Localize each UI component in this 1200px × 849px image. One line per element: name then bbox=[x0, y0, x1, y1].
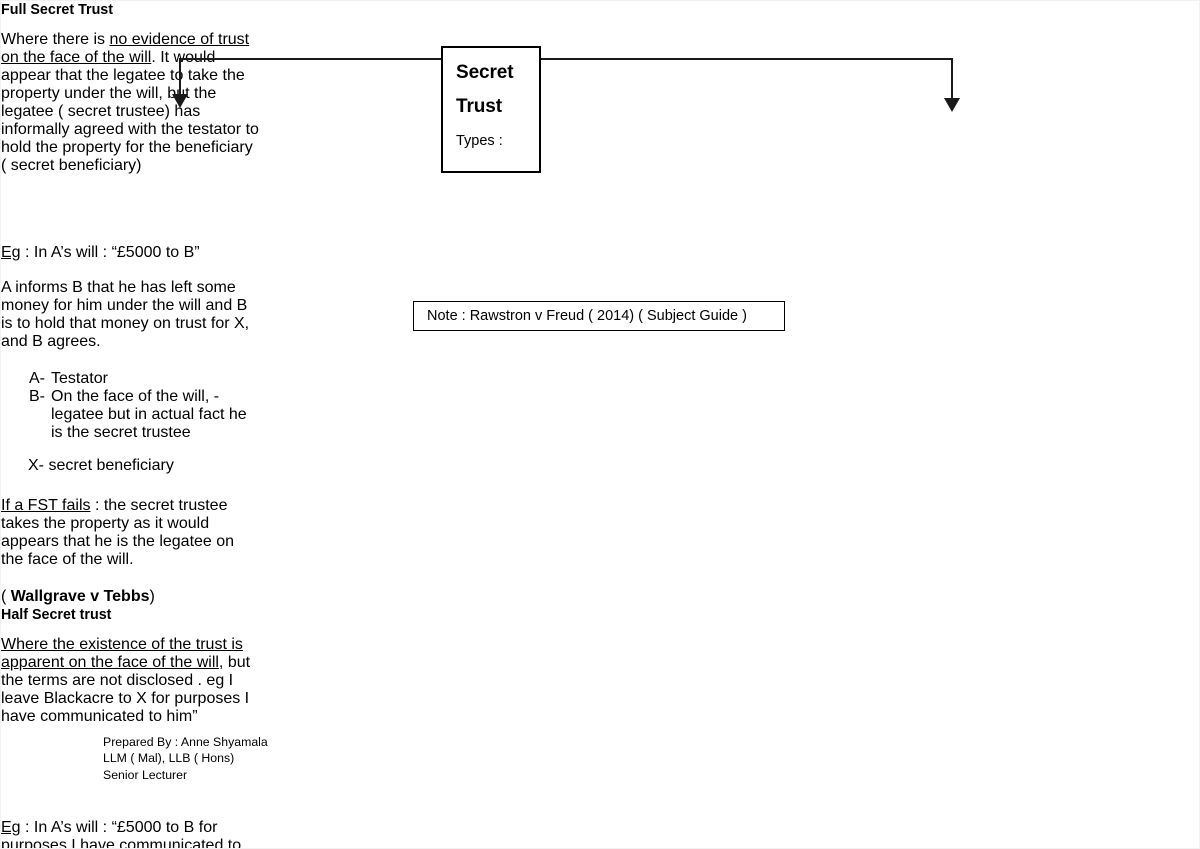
fst-case-citation: ( Wallgrave v Tebbs) bbox=[1, 588, 259, 606]
secret-trust-title-line2: Trust bbox=[456, 96, 502, 117]
fst-role-item: B- On the face of the will, -legatee but… bbox=[29, 388, 259, 442]
footer-credit: Prepared By : Anne Shyamala LLM ( Mal), … bbox=[103, 734, 268, 783]
hst-example-label: Eg bbox=[1, 819, 21, 836]
footer-line-prepared-by: Prepared By : Anne Shyamala bbox=[103, 735, 268, 749]
fst-example-heading: Eg : In A’s will : “£5000 to B” bbox=[1, 244, 259, 262]
diagram-page: Secret Trust Types : Note : Rawstron v F… bbox=[0, 0, 1200, 849]
fst-role-item: A- Testator bbox=[29, 370, 259, 388]
secret-trust-subtitle: Types : bbox=[456, 133, 503, 149]
fst-example-label: Eg bbox=[1, 244, 21, 261]
fst-role-text: On the face of the will, -legatee but in… bbox=[51, 388, 247, 441]
arrowhead-left-icon bbox=[172, 94, 188, 108]
fst-definition-lead: Where there is bbox=[1, 31, 110, 48]
fst-spacer-2 bbox=[1, 475, 259, 497]
full-secret-trust-definition: Where there is no evidence of trust on t… bbox=[1, 31, 259, 175]
full-secret-trust-heading: Full Secret Trust bbox=[1, 2, 114, 18]
fst-case-open: ( bbox=[1, 588, 11, 605]
connector-right-vertical bbox=[951, 58, 953, 102]
fst-role-text: Testator bbox=[51, 370, 108, 387]
fst-example-body: A informs B that he has left some money … bbox=[1, 279, 250, 350]
fst-example-text: : In A’s will : “£5000 to B” bbox=[20, 244, 200, 261]
footer-line-qualifications: LLM ( Mal), LLB ( Hons) bbox=[103, 751, 235, 766]
fst-beneficiary-line: X- secret beneficiary bbox=[28, 457, 174, 474]
fst-case-close: ) bbox=[149, 588, 155, 605]
hst-definition-underlined: Where the existence of the trust is appa… bbox=[1, 636, 243, 671]
secret-trust-title-line1: Secret bbox=[456, 62, 514, 83]
fst-spacer-1 bbox=[1, 194, 259, 244]
connector-left-vertical bbox=[179, 58, 181, 98]
half-secret-trust-heading: Half Secret trust bbox=[1, 607, 112, 623]
hst-example-text: : In A’s will : “£5000 to B for purposes… bbox=[1, 819, 242, 849]
note-box: Note : Rawstron v Freud ( 2014) ( Subjec… bbox=[413, 301, 785, 331]
secret-trust-box: Secret Trust Types : bbox=[441, 46, 541, 173]
fst-role-marker: B- bbox=[29, 388, 45, 405]
footer-line-role: Senior Lecturer bbox=[103, 767, 188, 782]
fst-failure-paragraph: If a FST fails : the secret trustee take… bbox=[1, 497, 259, 569]
half-secret-trust-section: Half Secret trust Where the existence of… bbox=[1, 606, 263, 849]
fst-roles-list: A- Testator B- On the face of the will, … bbox=[29, 370, 259, 442]
fst-case-name: Wallgrave v Tebbs bbox=[10, 588, 150, 605]
fst-role-marker: A- bbox=[29, 370, 45, 387]
note-box-text: Note : Rawstron v Freud ( 2014) ( Subjec… bbox=[427, 308, 747, 324]
connector-right-horizontal bbox=[541, 58, 953, 60]
hst-example-heading: Eg : In A’s will : “£5000 to B for purpo… bbox=[1, 819, 263, 849]
full-secret-trust-section: Full Secret Trust Where there is no evid… bbox=[1, 1, 259, 606]
connector-left-horizontal bbox=[179, 58, 443, 60]
fst-definition-rest: . It would appear that the legatee to ta… bbox=[1, 49, 259, 174]
half-secret-trust-definition: Where the existence of the trust is appa… bbox=[1, 636, 263, 726]
arrowhead-right-icon bbox=[944, 98, 960, 112]
fst-failure-label: If a FST fails bbox=[1, 497, 91, 514]
